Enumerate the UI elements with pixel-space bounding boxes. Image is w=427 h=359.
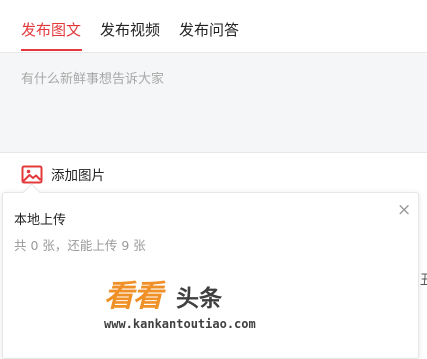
watermark-url: www.kankantoutiao.com [104,317,256,331]
close-icon[interactable]: × [397,202,411,219]
add-image-button[interactable]: 添加图片 [21,163,105,185]
watermark-brand-dark: 头条 [176,286,222,312]
tab-publish-video[interactable]: 发布视频 [100,20,160,52]
watermark-brand-orange: 看看 [104,279,163,314]
local-upload-button[interactable]: 本地上传 [14,209,66,228]
editor-placeholder: 有什么新鲜事想告诉大家 [21,72,165,87]
post-text-editor[interactable]: 有什么新鲜事想告诉大家 [0,52,427,153]
watermark-logo: 看看 头条 www.kankantoutiao.com [98,280,313,336]
add-image-label: 添加图片 [51,168,105,184]
tab-publish-qa[interactable]: 发布问答 [179,20,239,52]
editor-toolbar: 添加图片 [0,154,427,194]
upload-count-text: 共 0 张，还能上传 9 张 [14,238,146,253]
clipped-edge-text: 丑 [420,273,427,288]
active-tab-indicator [21,49,82,51]
publish-tab-bar: 发布图文 发布视频 发布问答 [0,0,427,52]
image-icon [21,165,43,184]
tab-publish-article[interactable]: 发布图文 [21,20,81,52]
